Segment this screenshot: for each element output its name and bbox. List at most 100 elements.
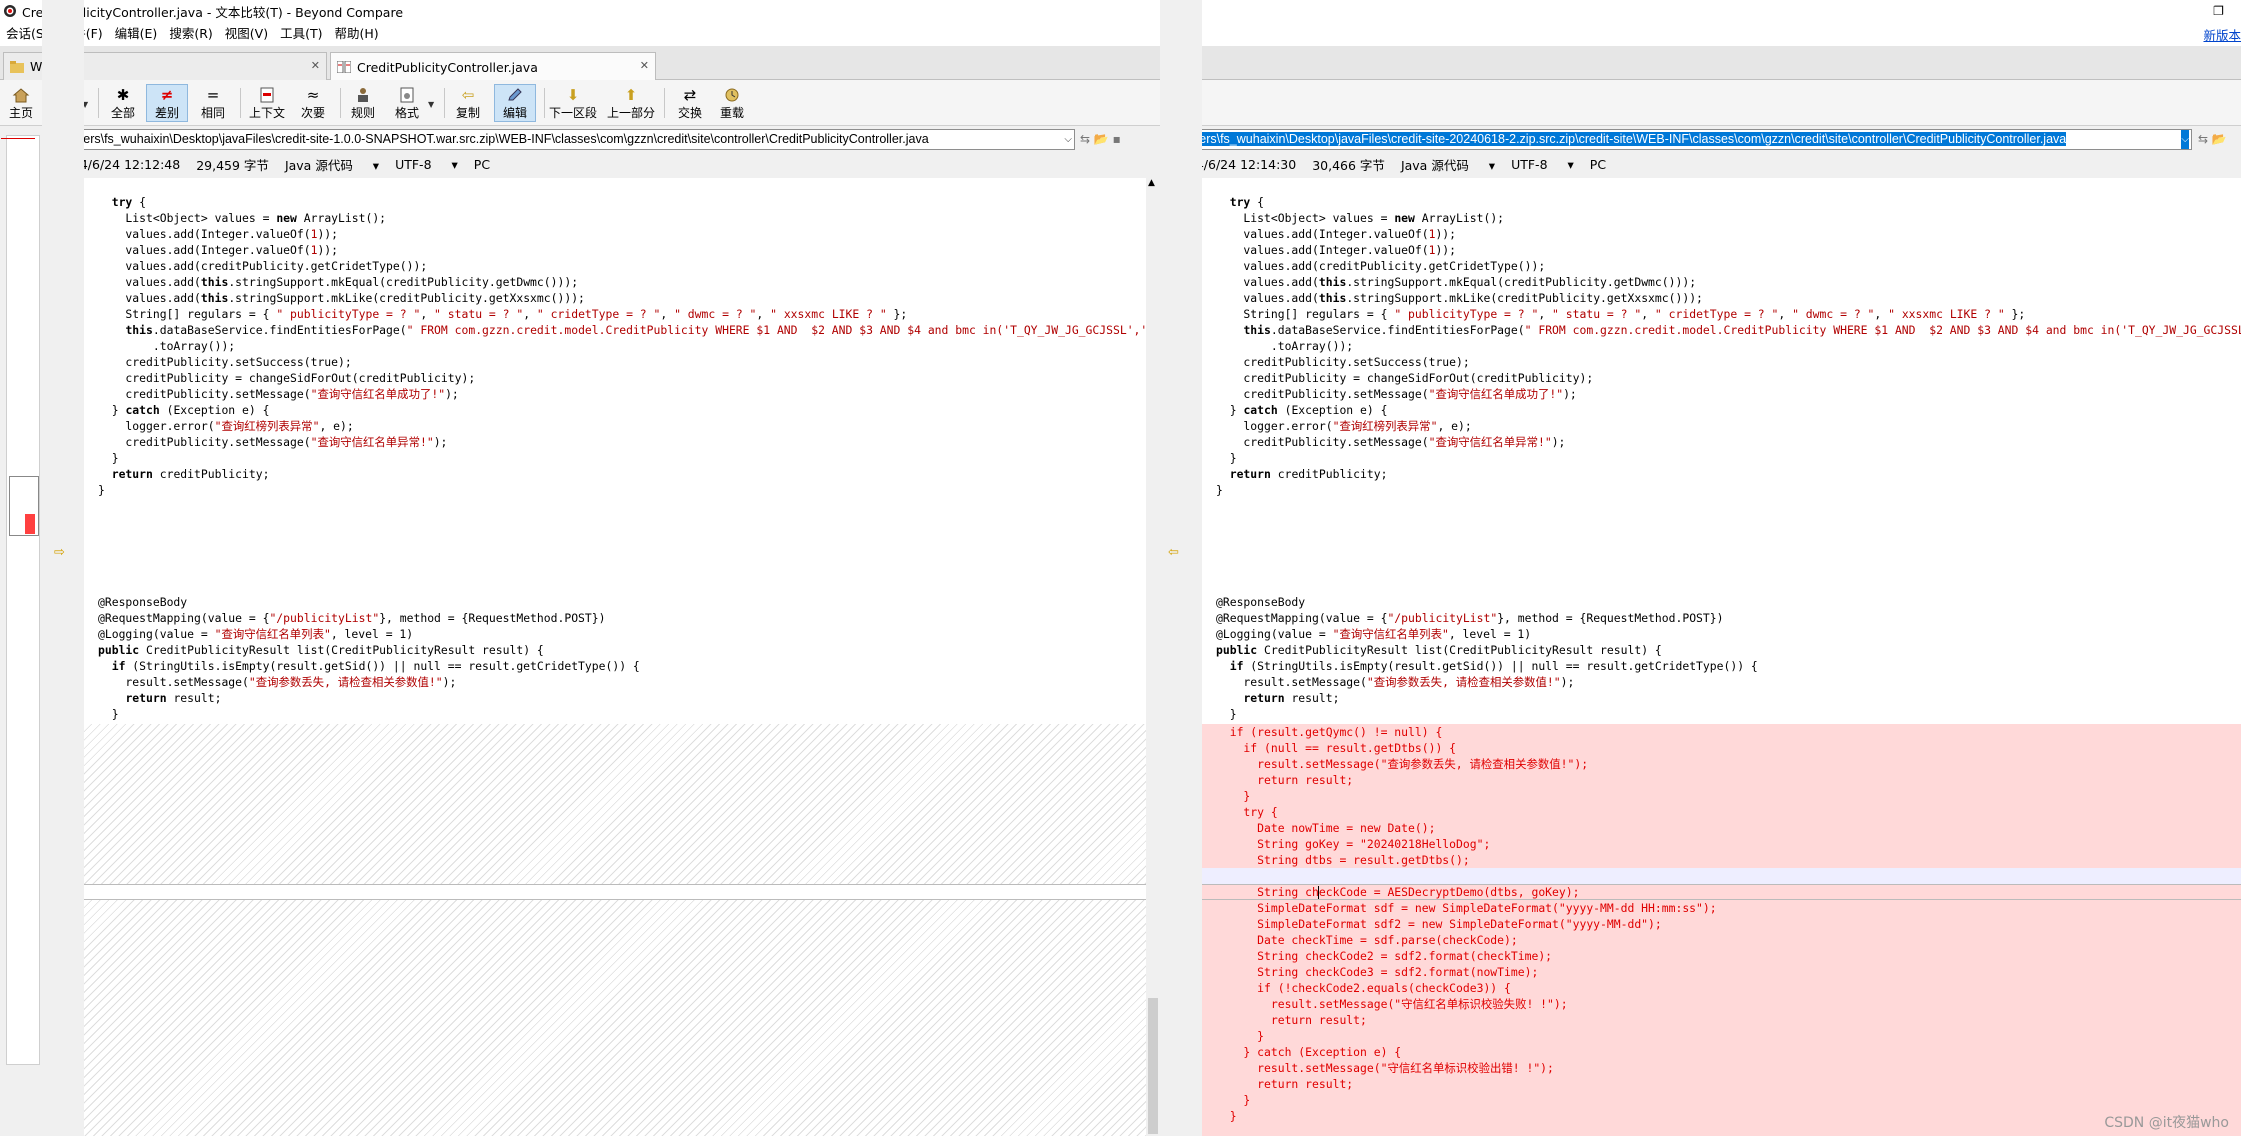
right-gutter: ⇦ — [1160, 0, 1202, 958]
left-gutter: ⇨ — [42, 0, 84, 958]
right-file-encoding[interactable]: UTF-8 ▾ — [1511, 157, 1574, 172]
show-all-button[interactable]: ✱ 全部 — [106, 84, 140, 122]
missing-lines-placeholder — [84, 900, 1146, 1136]
close-tab-icon[interactable]: ✕ — [640, 59, 649, 72]
copy-button[interactable]: ⇦ 复制 — [450, 84, 486, 122]
toolbar-separator — [544, 88, 545, 118]
right-code-line: if (StringUtils.isEmpty(result.getSid())… — [1229, 659, 1758, 673]
home-button[interactable]: 主页 — [6, 84, 36, 122]
right-code-line: return result; — [1243, 691, 1340, 705]
menu-tools[interactable]: 工具(T) — [274, 22, 328, 46]
prev-section-button[interactable]: ⬆ 上一部分 — [606, 84, 656, 122]
toolbar-separator — [444, 88, 445, 118]
left-code-line: @Logging(value = "查询守信红名单列表", level = 1) — [98, 627, 414, 641]
left-file-format[interactable]: Java 源代码 ▾ — [285, 155, 379, 174]
diff-code-line: } catch (Exception e) { — [1216, 1045, 1402, 1059]
diff-code-line: String checkCode = AESDecryptDemo(dtbs, … — [1216, 885, 1580, 899]
text-compare-icon — [337, 61, 351, 73]
next-section-button[interactable]: ⬇ 下一区段 — [548, 84, 598, 122]
swap-sides-icon[interactable]: ⇆ — [1080, 132, 1090, 146]
right-text-pane[interactable]: try { List<Object> values = new ArrayLis… — [1202, 178, 2241, 1136]
menu-view[interactable]: 视图(V) — [219, 22, 274, 46]
scroll-up-icon[interactable]: ▲ — [1148, 178, 1155, 188]
left-text-pane[interactable]: try { List<Object> values = new ArrayLis… — [84, 178, 1146, 1136]
diff-code-line: } — [1216, 789, 1251, 803]
right-code-line: values.add(Integer.valueOf(1)); — [1216, 227, 1457, 241]
show-same-button[interactable]: = 相同 — [196, 84, 230, 122]
close-tab-icon[interactable]: ✕ — [311, 59, 320, 72]
save-icon[interactable]: ▪ — [1113, 132, 1121, 146]
tab-label: CreditPublicityController.java — [357, 59, 538, 75]
right-code-line: @ResponseBody — [1216, 595, 1306, 609]
diff-code-line: return result; — [1216, 1077, 1354, 1091]
edit-button[interactable]: 编辑 — [494, 84, 536, 122]
left-path-row: C:\Users\fs_wuhaixin\Desktop\javaFiles\c… — [0, 126, 1160, 152]
down-arrow-icon: ⬇ — [566, 85, 580, 104]
open-folder-icon[interactable]: 📂 — [2212, 132, 2227, 146]
text-cursor — [1318, 886, 1319, 899]
left-code-line: creditPublicity.setMessage("查询守信红名单异常!")… — [98, 435, 448, 449]
right-code-line: .toArray()); — [1216, 339, 1354, 353]
diff-marker-arrow-icon: ⇦ — [1168, 545, 1179, 560]
open-folder-icon[interactable]: 📂 — [1094, 132, 1109, 146]
diff-code-line: String checkCode2 = sdf2.format(checkTim… — [1216, 949, 1553, 963]
restore-window-icon[interactable]: ❐ — [2196, 0, 2241, 22]
up-arrow-icon: ⬆ — [624, 85, 638, 104]
right-code-line: } — [1216, 451, 1237, 465]
right-code-line: values.add(Integer.valueOf(1)); — [1216, 243, 1457, 257]
chevron-down-icon[interactable]: ⌵ — [2181, 130, 2189, 149]
toolbar-separator — [340, 88, 341, 118]
left-code-line: creditPublicity.setMessage("查询守信红名单成功了!"… — [98, 387, 459, 401]
diff-code-line: result.setMessage("守信红名单标识校验出错! !"); — [1216, 1061, 1554, 1075]
left-code-line: public CreditPublicityResult list(Credit… — [98, 643, 544, 657]
left-code-line: creditPublicity.setSuccess(true); — [98, 355, 352, 369]
right-code-line: @RequestMapping(value = {"/publicityList… — [1216, 611, 1724, 625]
left-code-line: .toArray()); — [98, 339, 236, 353]
left-file-encoding[interactable]: UTF-8 ▾ — [395, 157, 458, 172]
diff-overview-map[interactable] — [1, 135, 40, 1065]
context-button[interactable]: 上下文 — [246, 84, 288, 122]
left-path-input[interactable]: C:\Users\fs_wuhaixin\Desktop\javaFiles\c… — [48, 129, 1075, 150]
swap-sides-icon[interactable]: ⇆ — [2198, 132, 2208, 146]
left-vertical-scrollbar[interactable]: ▲ — [1146, 178, 1160, 1136]
diff-code-line: Date checkTime = sdf.parse(checkCode); — [1216, 933, 1518, 947]
left-file-size: 29,459 字节 — [196, 158, 269, 173]
reload-icon — [725, 88, 739, 101]
show-diffs-button[interactable]: ≠ 差别 — [146, 84, 188, 122]
left-line-ending[interactable]: PC — [474, 157, 490, 172]
right-code-line: List<Object> values = new ArrayList(); — [1216, 211, 1505, 225]
right-file-size: 30,466 字节 — [1312, 158, 1385, 173]
menu-edit[interactable]: 编辑(E) — [109, 22, 164, 46]
diff-code-line: if (null == result.getDtbs()) { — [1216, 741, 1457, 755]
format-dropdown-icon[interactable]: ▼ — [428, 100, 434, 109]
new-version-link[interactable]: 新版本 — [2203, 25, 2241, 44]
diff-code-line: if (!checkCode2.equals(checkCode3)) { — [1216, 981, 1511, 995]
right-code-line: } — [1216, 707, 1237, 721]
format-button[interactable]: 格式 — [390, 84, 424, 122]
right-code-block1: try { List<Object> values = new ArrayLis… — [1216, 194, 2241, 498]
right-file-format[interactable]: Java 源代码 ▾ — [1401, 155, 1495, 174]
left-file-info: 2024/6/24 12:12:48 29,459 字节 Java 源代码 ▾ … — [56, 152, 1156, 177]
right-path-row: C:\Users\fs_wuhaixin\Desktop\javaFiles\c… — [1160, 126, 2241, 152]
reload-button[interactable]: 重载 — [716, 84, 748, 122]
left-code-line: @ResponseBody — [98, 595, 188, 609]
left-code-line: return creditPublicity; — [111, 467, 270, 481]
left-code-line: if (StringUtils.isEmpty(result.getSid())… — [111, 659, 640, 673]
right-code-line: String[] regulars = { " publicityType = … — [1216, 307, 2026, 321]
right-code-line: creditPublicity = changeSidForOut(credit… — [1216, 371, 1594, 385]
menu-help[interactable]: 帮助(H) — [328, 22, 384, 46]
swap-button[interactable]: ⇄ 交换 — [674, 84, 706, 122]
chevron-down-icon[interactable]: ⌵ — [1064, 130, 1072, 149]
right-path-input[interactable]: C:\Users\fs_wuhaixin\Desktop\javaFiles\c… — [1164, 129, 2192, 150]
right-diff-block-b: String checkCode = AESDecryptDemo(dtbs, … — [1216, 884, 1717, 1124]
left-scroll-thumb[interactable] — [1148, 998, 1158, 1134]
diff-code-line: String dtbs = result.getDtbs(); — [1216, 853, 1470, 867]
right-line-ending[interactable]: PC — [1590, 157, 1606, 172]
rules-button[interactable]: 规则 — [346, 84, 380, 122]
menu-search[interactable]: 搜索(R) — [163, 22, 218, 46]
approx-icon: ≈ — [306, 85, 320, 104]
beyond-compare-app-icon — [4, 5, 16, 17]
edit-pencil-icon — [508, 87, 522, 100]
minor-button[interactable]: ≈ 次要 — [296, 84, 330, 122]
tab-credit-publicity-controller[interactable]: CreditPublicityController.java ✕ — [330, 52, 656, 81]
